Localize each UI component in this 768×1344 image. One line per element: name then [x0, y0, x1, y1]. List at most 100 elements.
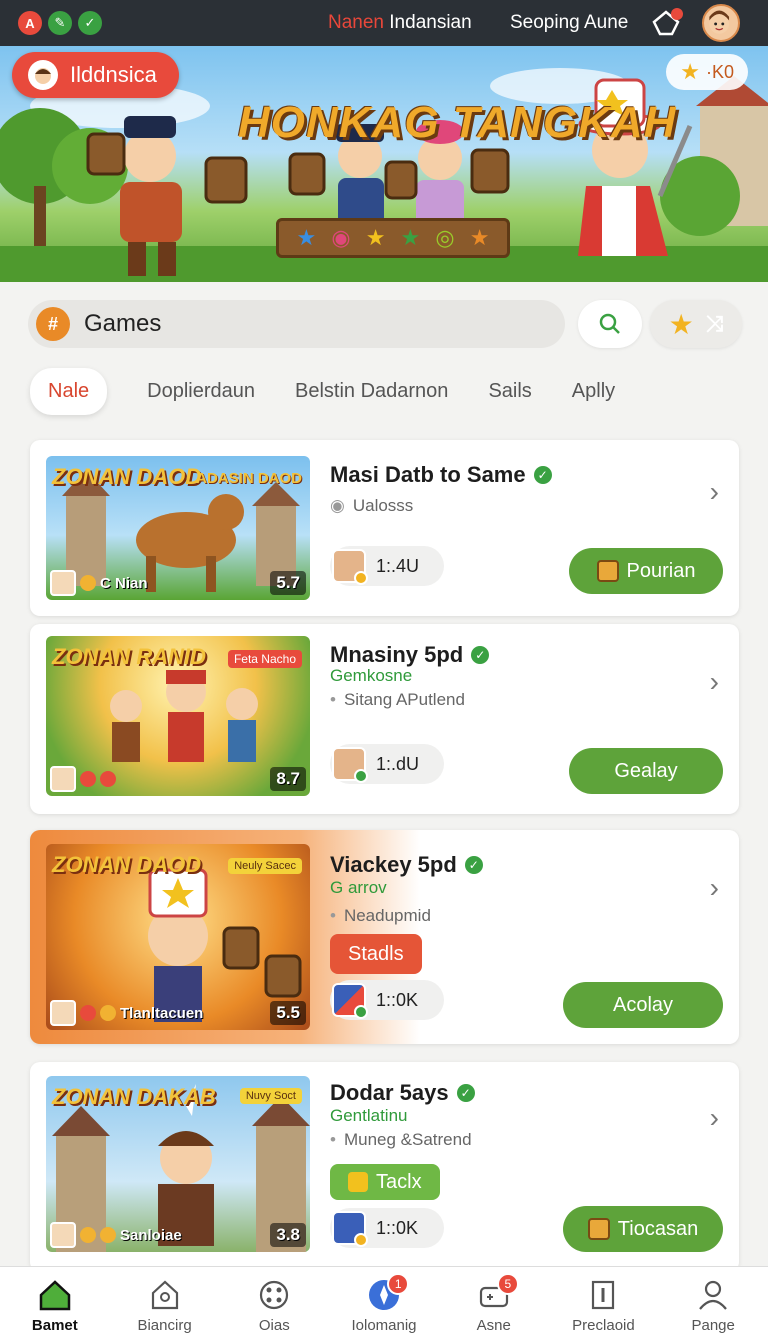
shuffle-icon: ⤨	[705, 311, 724, 336]
game-title-text: Dodar 5ays	[330, 1080, 449, 1105]
banner-tag-label: Ilddnsica	[70, 62, 157, 87]
star-item-icon: ★	[365, 225, 386, 250]
verified-icon: ✓	[464, 856, 483, 874]
nav-label: Bamet	[31, 1317, 78, 1334]
play-button[interactable]: Acolay	[563, 982, 723, 1028]
player-count: 1::0K	[330, 980, 444, 1020]
swirl-item-icon: ◎	[435, 225, 455, 250]
game-thumbnail[interactable]: ZONAN DAOD ADASIN DAOD C Nian 5.7	[46, 456, 310, 600]
player-avatar-icon	[332, 1211, 368, 1247]
nav-label: Asne	[476, 1317, 511, 1334]
palette-icon	[260, 1280, 289, 1310]
tab-belstin-dadarnon[interactable]: Belstin Dadarnon	[295, 380, 448, 403]
game-subtitle: Gentlatinu	[330, 1106, 408, 1125]
banner-points-pill[interactable]: ★ ·K0	[666, 54, 748, 90]
topbar-right-title[interactable]: Seoping Aune	[510, 12, 628, 34]
play-button[interactable]: Tiocasan	[563, 1206, 723, 1252]
game-card[interactable]: ZONAN DAKAB Nuvy Soct Sanloiae 3.8 Dodar…	[30, 1062, 739, 1272]
play-button-label: Acolay	[612, 993, 674, 1016]
game-thumbnail[interactable]: ZONAN DAOD Neuly Sacec Tlanltacuen 5.5	[46, 844, 310, 1030]
thumbnail-stats: C Nian 5.7	[50, 570, 306, 596]
play-button-label: Pourian	[626, 559, 696, 582]
game-title[interactable]: Masi Datb to Same ✓	[330, 462, 552, 488]
game-title[interactable]: Viackey 5pd ✓	[330, 852, 483, 878]
nav-item-oias[interactable]: Oias	[219, 1267, 329, 1344]
nav-label: Pange	[691, 1317, 735, 1334]
search-input[interactable]	[84, 310, 524, 338]
thumbnail-stats: 8.7	[50, 766, 306, 792]
game-thumbnail[interactable]: ZONAN RANID Feta Nacho 8.7	[46, 636, 310, 796]
player-mini-avatar	[50, 1000, 76, 1026]
game-subtitle: G arrov	[330, 878, 387, 897]
game-rating: 5.5	[270, 1001, 306, 1025]
game-thumbnail[interactable]: ZONAN DAKAB Nuvy Soct Sanloiae 3.8	[46, 1076, 310, 1252]
document-icon	[592, 1280, 615, 1310]
check-icon[interactable]: ✓	[78, 11, 102, 35]
chevron-right-icon[interactable]: ›	[710, 476, 719, 508]
thumbnail-tag: ADASIN DAOD	[196, 470, 302, 487]
nav-label: Biancirg	[137, 1317, 192, 1334]
game-title[interactable]: Dodar 5ays ✓	[330, 1080, 475, 1106]
banner-item-shelf: ★ ◉ ★ ★ ◎ ★	[276, 218, 510, 258]
heart-icon	[100, 1005, 116, 1021]
trophy-icon	[348, 1172, 368, 1192]
chevron-right-icon[interactable]: ›	[710, 872, 719, 904]
thumbnail-text: Sanloiae	[120, 1226, 182, 1244]
user-avatar[interactable]	[702, 4, 740, 42]
thumbnail-logo: ZONAN RANID	[52, 644, 206, 669]
verified-icon: ✓	[533, 466, 552, 484]
game-card[interactable]: ZONAN RANID Feta Nacho 8.7 Mnasiny 5pd ✓…	[30, 624, 739, 814]
thumbnail-stats: Tlanltacuen 5.5	[50, 1000, 306, 1026]
player-count-text: 1::0K	[376, 989, 419, 1010]
thumbnail-tag: Neuly Sacec	[228, 858, 302, 874]
game-title[interactable]: Mnasiny 5pd ✓	[330, 642, 490, 668]
tab-aplly[interactable]: Aplly	[572, 380, 615, 403]
chest-icon	[587, 1218, 610, 1240]
star-item-icon: ★	[400, 225, 421, 250]
tab-doplierdaun[interactable]: Doplierdaun	[147, 380, 255, 403]
game-meta: ◉ Ualosss	[330, 496, 413, 516]
hero-banner[interactable]: Ilddnsica ★ ·K0 HONKAG TANGKAH ★ ◉ ★ ★ ◎…	[0, 46, 768, 282]
nav-label: Preclaoid	[572, 1317, 635, 1334]
game-card-featured[interactable]: ZONAN DAOD Neuly Sacec Tlanltacuen 5.5 V…	[30, 830, 739, 1044]
play-button[interactable]: Pourian	[569, 548, 723, 594]
tab-sails[interactable]: Sails	[488, 380, 531, 403]
nav-item-home[interactable]: Bamet	[0, 1267, 110, 1344]
hashtag-icon: #	[36, 307, 70, 341]
pen-icon[interactable]: ✎	[48, 11, 72, 35]
chevron-right-icon[interactable]: ›	[710, 666, 719, 698]
player-count-text: 1:.4U	[376, 555, 420, 576]
notification-box-icon[interactable]	[650, 6, 684, 40]
heart-icon	[80, 1227, 96, 1243]
nav-item-pange[interactable]: Pange	[658, 1267, 768, 1344]
favorites-share-button[interactable]: ★ ⤨	[650, 300, 742, 348]
nav-label: Oias	[258, 1317, 290, 1334]
nav-item-iolomanig[interactable]: 1 Iolomanig	[329, 1267, 439, 1344]
bottom-navigation: Bamet Biancirg Oias 1 Iolomanig 5 Asne P…	[0, 1266, 768, 1344]
app-logo-icon[interactable]: A	[18, 11, 42, 35]
search-bar[interactable]: #	[28, 300, 565, 348]
game-title-text: Masi Datb to Same	[330, 462, 526, 487]
player-avatar-icon	[332, 549, 368, 585]
nav-item-biancirg[interactable]: Biancirg	[110, 1267, 220, 1344]
top-bar: A ✎ ✓ Nanen Indansian Seoping Aune	[0, 0, 768, 46]
search-icon	[599, 313, 620, 334]
game-rating: 8.7	[270, 767, 306, 791]
banner-channel-tag[interactable]: Ilddnsica	[12, 52, 179, 98]
thumbnail-logo: ZONAN DAOD	[52, 852, 202, 877]
game-card[interactable]: ZONAN DAOD ADASIN DAOD C Nian 5.7 Masi D…	[30, 440, 739, 616]
player-mini-avatar	[50, 1222, 76, 1248]
search-button[interactable]	[578, 300, 642, 348]
thumbnail-stats: Sanloiae 3.8	[50, 1222, 306, 1248]
player-count: 1:.dU	[330, 744, 444, 784]
player-count: 1::0K	[330, 1208, 444, 1248]
nav-item-asne[interactable]: 5 Asne	[439, 1267, 549, 1344]
chevron-right-icon[interactable]: ›	[710, 1102, 719, 1134]
avatar-face-icon	[709, 10, 730, 34]
nav-item-preclaoid[interactable]: Preclaoid	[549, 1267, 659, 1344]
tab-nale[interactable]: Nale	[30, 367, 108, 415]
game-meta: • Neadupmid	[330, 906, 431, 926]
play-button[interactable]: Gealay	[569, 748, 723, 794]
thumbnail-tag: Feta Nacho	[227, 650, 302, 668]
play-button-label: Gealay	[614, 759, 678, 782]
